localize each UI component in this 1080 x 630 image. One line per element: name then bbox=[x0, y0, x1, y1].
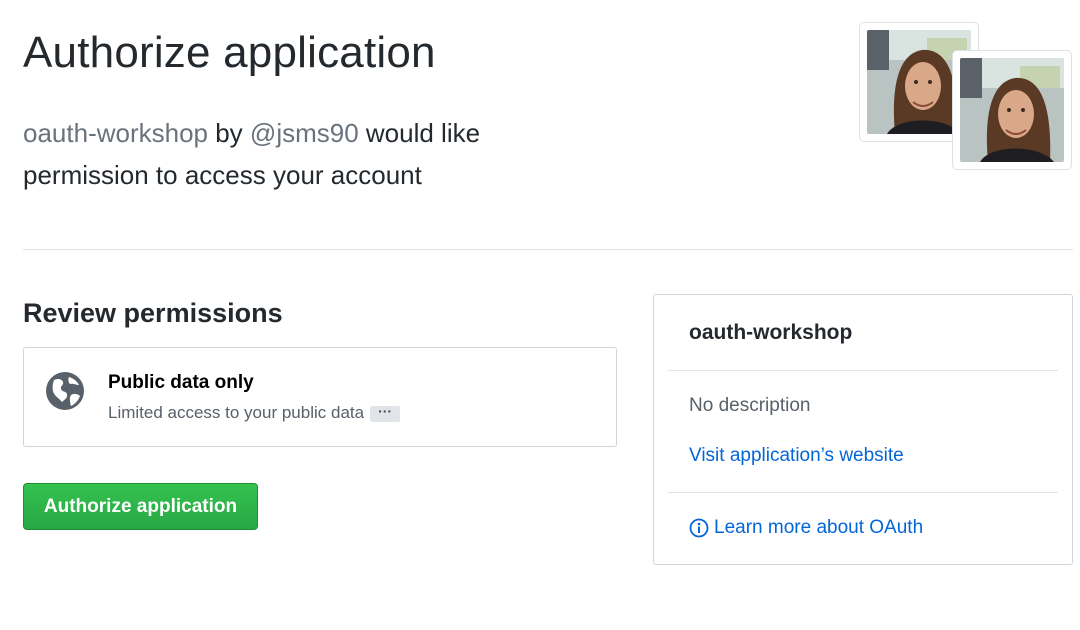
review-permissions-heading: Review permissions bbox=[23, 298, 283, 328]
section-divider bbox=[23, 249, 1073, 250]
info-icon bbox=[689, 518, 709, 538]
app-description: No description bbox=[689, 395, 811, 416]
authorize-application-button[interactable]: Authorize application bbox=[23, 483, 258, 530]
app-info-card: oauth-workshop No description Visit appl… bbox=[653, 294, 1073, 565]
permission-description-row: Limited access to your public data ··· bbox=[108, 403, 401, 423]
globe-icon bbox=[46, 372, 84, 410]
app-name-link[interactable]: oauth-workshop bbox=[23, 118, 208, 148]
avatar-group bbox=[859, 22, 1074, 172]
learn-more-oauth-link[interactable]: Learn more about OAuth bbox=[689, 517, 923, 539]
oauth-authorize-page: Authorize application oauth-workshop by … bbox=[0, 0, 1080, 630]
visit-website-link[interactable]: Visit application’s website bbox=[689, 445, 904, 467]
card-divider bbox=[668, 492, 1058, 493]
user-avatar bbox=[952, 50, 1072, 170]
user-avatar-photo-icon bbox=[960, 58, 1064, 162]
expand-details-button[interactable]: ··· bbox=[370, 404, 401, 422]
authorization-request-text: oauth-workshop by @jsms90 would like per… bbox=[23, 112, 543, 196]
permission-description: Limited access to your public data bbox=[108, 403, 365, 422]
app-owner-link[interactable]: @jsms90 bbox=[250, 118, 359, 148]
by-text: by bbox=[208, 118, 250, 148]
learn-more-label: Learn more about OAuth bbox=[714, 517, 924, 538]
page-title: Authorize application bbox=[23, 28, 436, 77]
permission-title: Public data only bbox=[108, 372, 254, 393]
permission-item: Public data only Limited access to your … bbox=[23, 347, 617, 447]
app-card-name: oauth-workshop bbox=[689, 321, 853, 344]
card-divider bbox=[668, 370, 1058, 371]
